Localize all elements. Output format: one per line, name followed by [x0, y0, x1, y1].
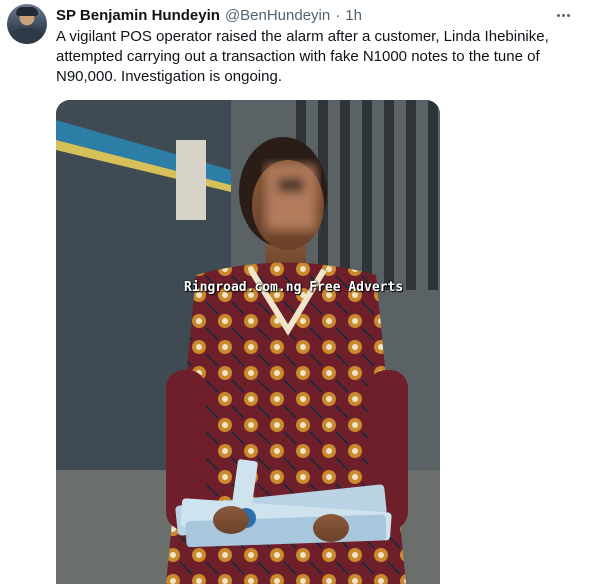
- more-dot: [556, 13, 560, 17]
- avatar[interactable]: [7, 4, 47, 44]
- more-dot: [566, 13, 570, 17]
- tweet-time[interactable]: 1h: [345, 7, 362, 24]
- photo-watermark: Ringroad.com.ng Free Adverts: [184, 280, 404, 295]
- tweet: SP Benjamin Hundeyin @BenHundeyin · 1h A…: [0, 0, 589, 584]
- more-options-icon[interactable]: [552, 6, 574, 24]
- tweet-header: SP Benjamin Hundeyin @BenHundeyin · 1h: [56, 5, 362, 25]
- author-handle[interactable]: @BenHundeyin: [225, 7, 330, 24]
- avatar-cap-shape: [16, 7, 38, 16]
- tweet-text: A vigilant POS operator raised the alarm…: [56, 28, 549, 85]
- tweet-photo[interactable]: Ringroad.com.ng Free Adverts: [56, 100, 440, 584]
- photo-illustration: [56, 100, 440, 584]
- author-name[interactable]: SP Benjamin Hundeyin: [56, 7, 220, 24]
- more-dot: [561, 13, 565, 17]
- separator-dot: ·: [335, 6, 341, 24]
- avatar-shoulders-shape: [9, 28, 45, 44]
